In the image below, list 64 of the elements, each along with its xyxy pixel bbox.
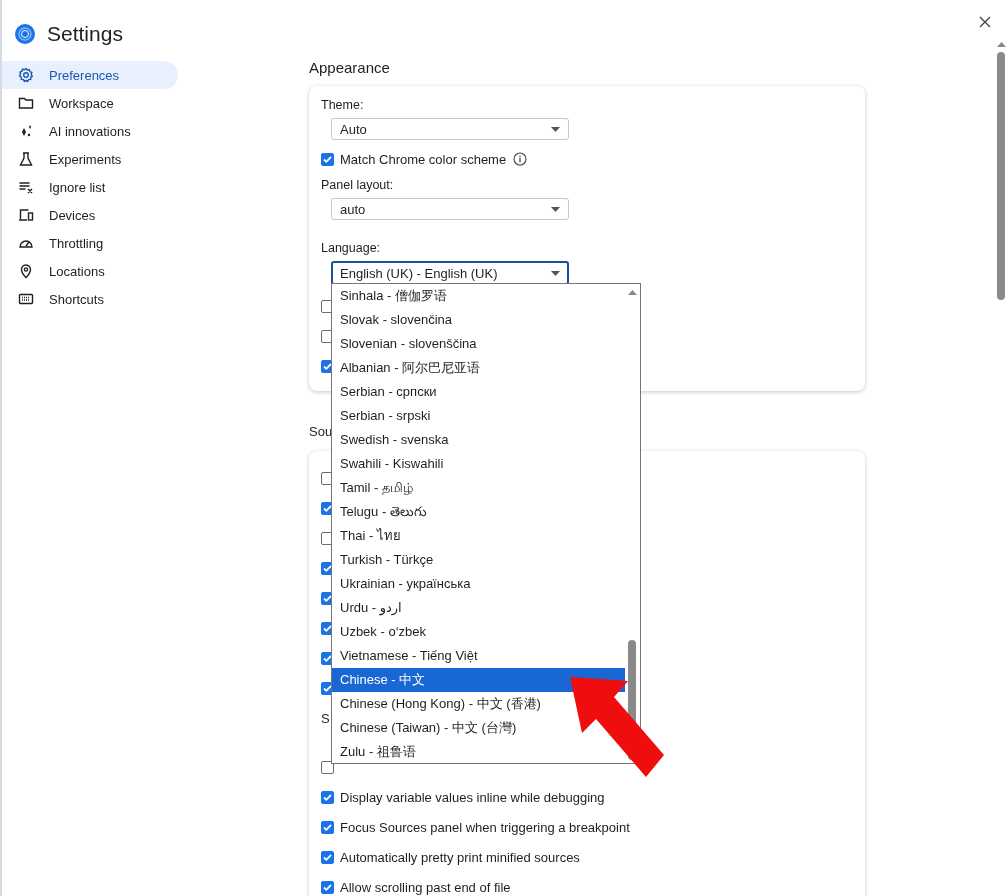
dropdown-option[interactable]: Slovenian - slovenščina (332, 332, 481, 356)
field-label: Language: (321, 240, 382, 256)
list-x-icon (18, 179, 34, 195)
dropdown-option[interactable]: Telugu - తెలుగు (332, 500, 431, 524)
dropdown-option[interactable]: Serbian - српски (332, 380, 441, 404)
dropdown-option[interactable]: Slovak - slovenčina (332, 308, 456, 332)
sidebar-item[interactable]: Throttling (2, 229, 178, 257)
sidebar-item[interactable]: Shortcuts (2, 285, 178, 313)
dropdown-option[interactable]: Chinese (Hong Kong) - 中文 (香港) (332, 692, 545, 716)
dropdown-option[interactable]: Swedish - svenska (332, 428, 453, 452)
dropdown-option[interactable]: Chinese (Taiwan) - 中文 (台灣) (332, 716, 521, 740)
caret-icon (551, 126, 560, 132)
panel-layout-select[interactable]: auto (331, 198, 569, 220)
dropdown-option[interactable]: Swahili - Kiswahili (332, 452, 448, 476)
sidebar-item[interactable]: Devices (2, 201, 178, 229)
field-label: Panel layout: (321, 177, 395, 193)
field-label: S (321, 710, 330, 726)
info-icon[interactable] (513, 152, 528, 166)
dropdown-option[interactable]: Thai - ไทย (332, 524, 405, 548)
gear-icon (18, 67, 34, 83)
checkbox-label: Match Chrome color scheme (340, 151, 507, 167)
sidebar-item[interactable]: Workspace (2, 89, 178, 117)
dropdown-option[interactable]: Tamil - தமிழ் (332, 476, 417, 500)
dropdown-option[interactable]: Urdu - اردو (332, 596, 406, 620)
checkbox-label: Focus Sources panel when triggering a breakpoint (340, 819, 630, 835)
caret-icon (551, 270, 560, 276)
scroll-up-icon[interactable] (628, 290, 637, 295)
sidebar-item[interactable]: Locations (2, 257, 178, 285)
checkbox[interactable] (321, 760, 334, 774)
devices-icon (18, 207, 34, 223)
section-heading: Sou (309, 423, 333, 441)
checkbox[interactable] (321, 850, 334, 864)
checkbox-label: Allow scrolling past end of file (340, 879, 511, 895)
theme-select[interactable]: Auto (331, 118, 569, 140)
dropdown-option[interactable]: Zulu - 祖鲁语 (332, 740, 420, 764)
dropdown-option[interactable]: Uzbek - o‘zbek (332, 620, 430, 644)
field-label: Theme: (321, 97, 365, 113)
checkbox-label: Display variable values inline while debugging (340, 789, 605, 805)
dropdown-option[interactable]: Ukrainian - українська (332, 572, 475, 596)
location-pin-icon (18, 263, 34, 279)
sidebar-item[interactable]: Experiments (2, 145, 178, 173)
sidebar-item[interactable]: AI innovations (2, 117, 178, 145)
close-icon[interactable] (979, 16, 991, 28)
dropdown-option[interactable]: Vietnamese - Tiếng Việt (332, 644, 482, 668)
sidebar-item[interactable]: Preferences (2, 61, 178, 89)
dropdown-option[interactable]: Chinese - 中文 (332, 668, 625, 692)
dropdown-option[interactable]: Serbian - srpski (332, 404, 435, 428)
keyboard-icon (18, 291, 34, 307)
checkbox-label: Automatically pretty print minified sources (340, 849, 580, 865)
chrome-logo-icon (15, 24, 35, 44)
dropdown-option[interactable]: Sinhala - 僧伽罗语 (332, 284, 451, 308)
window-title: Settings (47, 22, 123, 46)
dropdown-option[interactable]: Albanian - 阿尔巴尼亚语 (332, 356, 485, 380)
section-heading: Appearance (309, 59, 391, 77)
scroll-up-icon[interactable] (996, 42, 1006, 47)
flask-icon (18, 151, 34, 167)
checkbox[interactable] (321, 152, 334, 166)
checkbox[interactable] (321, 880, 334, 894)
sidebar-item[interactable]: Ignore list (2, 173, 178, 201)
checkbox[interactable] (321, 820, 334, 834)
checkbox[interactable] (321, 790, 334, 804)
dropdown-option[interactable]: Turkish - Türkçe (332, 548, 438, 572)
folder-icon (18, 95, 34, 111)
caret-icon (551, 206, 560, 212)
